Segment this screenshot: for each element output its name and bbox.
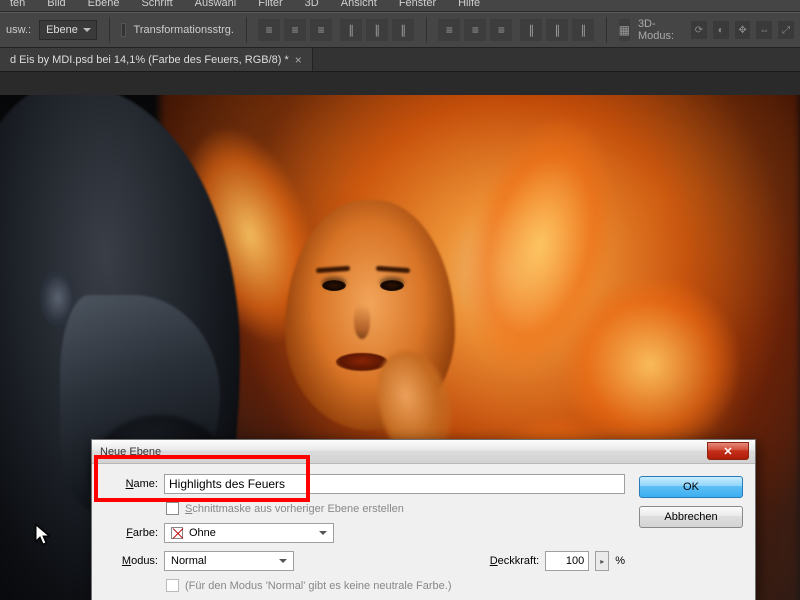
document-tab-bar: d Eis by MDI.psd bei 14,1% (Farbe des Fe…: [0, 48, 800, 72]
menu-item[interactable]: Bild: [47, 0, 65, 9]
neutral-fill-label: (Für den Modus 'Normal' gibt es keine ne…: [185, 580, 452, 592]
blend-mode-dropdown[interactable]: Normal: [164, 551, 294, 571]
align-left-icon[interactable]: ∥: [340, 19, 362, 41]
auto-align-icon[interactable]: ▦: [619, 19, 630, 41]
mode-label: Modus:: [104, 555, 158, 567]
menu-item[interactable]: Hilfe: [458, 0, 480, 9]
menu-item[interactable]: ten: [10, 0, 25, 9]
color-dropdown[interactable]: Ohne: [164, 523, 334, 543]
distribute-left-icon[interactable]: ∥: [520, 19, 542, 41]
align-vcenter-icon[interactable]: ≡: [284, 19, 306, 41]
color-value: Ohne: [189, 527, 216, 539]
align-bottom-icon[interactable]: ≡: [310, 19, 332, 41]
opacity-label: Deckkraft:: [490, 555, 540, 567]
align-hcenter-icon[interactable]: ∥: [366, 19, 388, 41]
align-icons-group: ≡ ≡ ≡: [258, 19, 332, 41]
none-swatch-icon: [171, 527, 183, 539]
cancel-button[interactable]: Abbrechen: [639, 506, 743, 528]
autoselect-dropdown[interactable]: Ebene: [39, 20, 97, 40]
distribute-vcenter-icon[interactable]: ≡: [464, 19, 486, 41]
menu-item[interactable]: Auswahl: [195, 0, 237, 9]
menu-item[interactable]: Schrift: [141, 0, 172, 9]
name-label: Name:: [104, 478, 158, 490]
distribute-top-icon[interactable]: ≡: [438, 19, 460, 41]
transform-controls-label: Transformationsstrg.: [134, 24, 234, 36]
neutral-fill-checkbox: [166, 579, 179, 592]
dialog-titlebar[interactable]: Neue Ebene ✕: [92, 440, 755, 464]
distribute-icons-group: ≡ ≡ ≡: [438, 19, 512, 41]
new-layer-dialog: Neue Ebene ✕ Name: Schnittmaske aus vorh…: [91, 439, 756, 600]
3d-mode-label: 3D-Modus:: [638, 18, 685, 42]
transform-controls-checkbox[interactable]: [121, 23, 125, 37]
color-label: Farbe:: [104, 527, 158, 539]
autoselect-label: usw.:: [6, 24, 31, 36]
opacity-suffix: %: [615, 555, 625, 567]
dialog-title-text: Neue Ebene: [100, 446, 161, 458]
3d-pan-icon[interactable]: ✥: [735, 21, 751, 39]
distribute-right-icon[interactable]: ∥: [572, 19, 594, 41]
distribute-bottom-icon[interactable]: ≡: [490, 19, 512, 41]
align-right-icon[interactable]: ∥: [392, 19, 414, 41]
menu-item[interactable]: Fenster: [399, 0, 436, 9]
3d-slide-icon[interactable]: ⇔: [756, 21, 772, 39]
clip-mask-checkbox[interactable]: [166, 502, 179, 515]
ok-button[interactable]: OK: [639, 476, 743, 498]
align-top-icon[interactable]: ≡: [258, 19, 280, 41]
menu-item[interactable]: Ansicht: [341, 0, 377, 9]
3d-scale-icon[interactable]: ⤢: [778, 21, 794, 39]
menu-item[interactable]: Filter: [258, 0, 282, 9]
main-menubar[interactable]: ten Bild Ebene Schrift Auswahl Filter 3D…: [0, 0, 800, 12]
menu-item[interactable]: Ebene: [88, 0, 120, 9]
options-bar: usw.: Ebene Transformationsstrg. ≡ ≡ ≡ ∥…: [0, 12, 800, 48]
menu-item[interactable]: 3D: [305, 0, 319, 9]
close-tab-icon[interactable]: ×: [295, 53, 302, 67]
close-icon: ✕: [723, 445, 732, 458]
document-tab[interactable]: d Eis by MDI.psd bei 14,1% (Farbe des Fe…: [0, 48, 313, 71]
distribute-hcenter-icon[interactable]: ∥: [546, 19, 568, 41]
distribute-h-icons-group: ∥ ∥ ∥: [520, 19, 594, 41]
document-tab-title: d Eis by MDI.psd bei 14,1% (Farbe des Fe…: [10, 54, 289, 66]
opacity-stepper[interactable]: ▸: [595, 551, 609, 571]
3d-roll-icon[interactable]: ◐: [713, 21, 729, 39]
layer-name-input[interactable]: [164, 474, 625, 494]
workspace: Neue Ebene ✕ Name: Schnittmaske aus vorh…: [0, 72, 800, 600]
clip-mask-label: Schnittmaske aus vorheriger Ebene erstel…: [185, 503, 404, 515]
3d-rotate-icon[interactable]: ⟳: [691, 21, 707, 39]
opacity-input[interactable]: 100: [545, 551, 589, 571]
align-h-icons-group: ∥ ∥ ∥: [340, 19, 414, 41]
dialog-close-button[interactable]: ✕: [707, 442, 749, 460]
mode-value: Normal: [171, 555, 206, 567]
